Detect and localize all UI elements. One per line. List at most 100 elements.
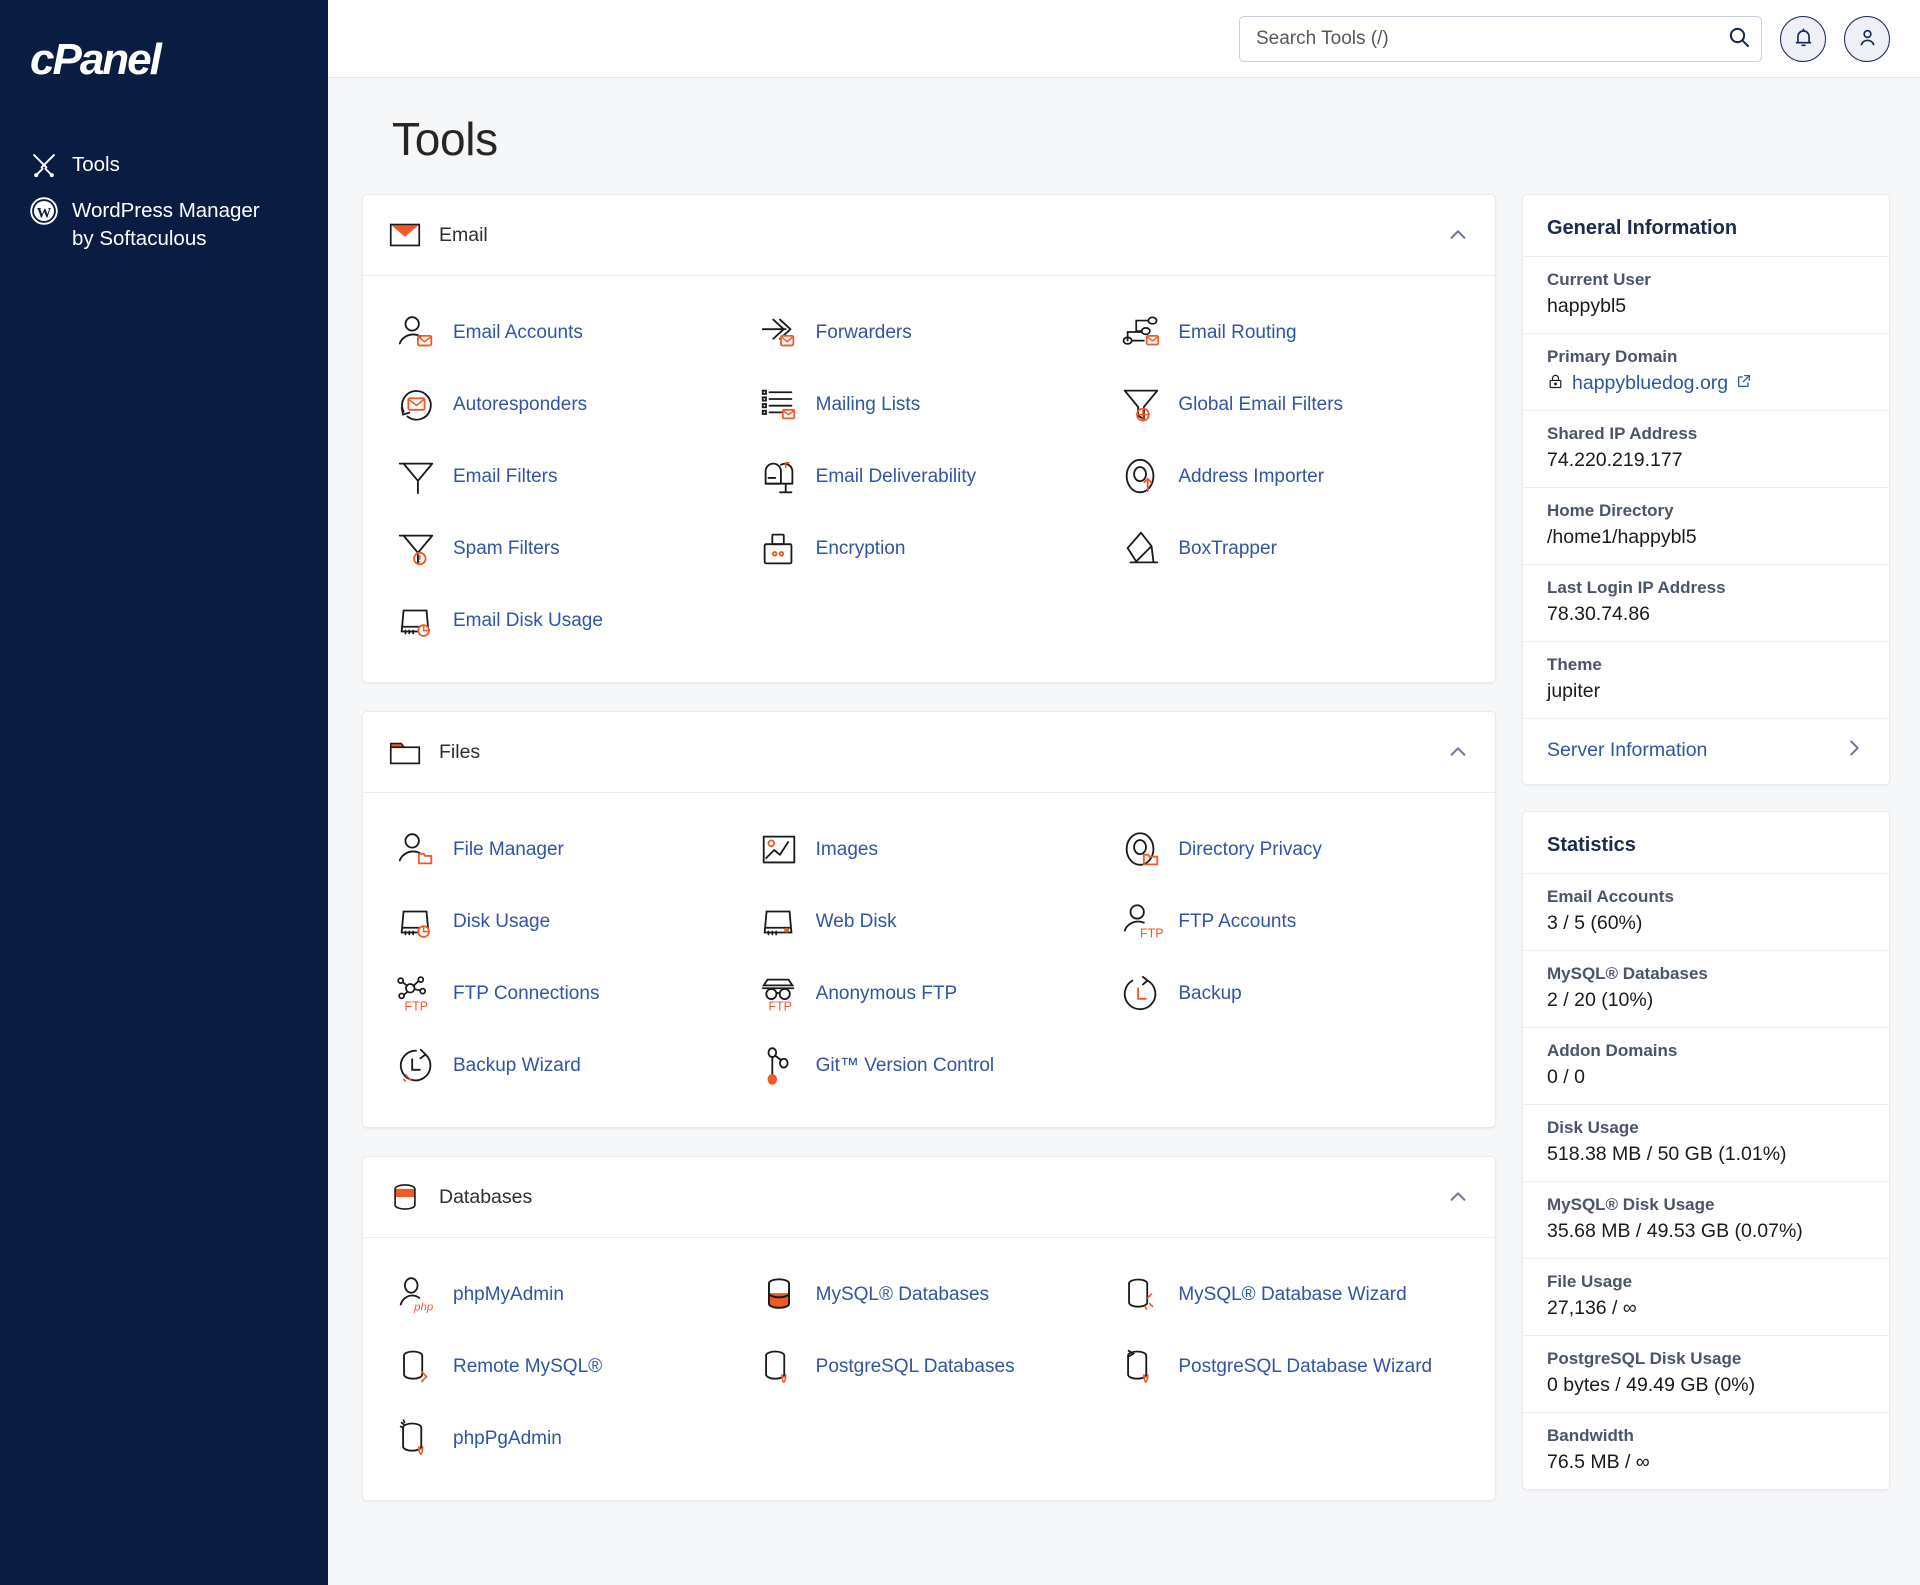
tool-spam-filters[interactable]: Spam Filters: [385, 514, 748, 584]
tool-email-disk-usage[interactable]: Email Disk Usage: [385, 586, 748, 656]
mysql-database-wizard-icon: [1118, 1272, 1164, 1318]
tool-email-deliverability[interactable]: Email Deliverability: [748, 442, 1111, 512]
tool-backup-wizard[interactable]: Backup Wizard: [385, 1031, 748, 1101]
tool-directory-privacy[interactable]: Directory Privacy: [1110, 815, 1473, 885]
server-information-label: Server Information: [1547, 739, 1708, 761]
tool-file-manager[interactable]: File Manager: [385, 815, 748, 885]
section-header-databases[interactable]: Databases: [363, 1157, 1495, 1238]
svg-text:W: W: [37, 205, 52, 221]
tool-phppgadmin[interactable]: phpPgAdmin: [385, 1404, 748, 1474]
backup-wizard-icon: [393, 1043, 439, 1089]
tool-autoresponders[interactable]: Autoresponders: [385, 370, 748, 440]
topbar: [328, 0, 1920, 78]
tools-icon: [30, 151, 58, 179]
cpanel-logo[interactable]: cPanel: [0, 0, 328, 100]
info-value: /home1/happybl5: [1547, 526, 1697, 548]
tool-anonymous-ftp[interactable]: FTP Anonymous FTP: [748, 959, 1111, 1029]
tool-label: MySQL® Databases: [815, 1284, 990, 1306]
sidebar-item-tools[interactable]: Tools: [0, 142, 328, 188]
email-routing-icon: [1118, 310, 1164, 356]
tool-label: FTP Accounts: [1178, 911, 1297, 933]
section-files: Files File Manager Images Directory Priv…: [362, 711, 1496, 1128]
stat-row-email-accounts: Email Accounts 3 / 5 (60%): [1523, 873, 1889, 950]
phppgadmin-icon: [393, 1416, 439, 1462]
tool-label: Backup Wizard: [453, 1055, 581, 1077]
stat-row-postgresql-disk-usage: PostgreSQL Disk Usage 0 bytes / 49.49 GB…: [1523, 1335, 1889, 1412]
search-icon: [1727, 25, 1751, 52]
tool-label: Address Importer: [1178, 466, 1325, 488]
tool-ftp-connections[interactable]: FTP FTP Connections: [385, 959, 748, 1029]
tool-mysql-databases[interactable]: MySQL® Databases: [748, 1260, 1111, 1330]
stat-value: 35.68 MB / 49.53 GB (0.07%): [1547, 1220, 1803, 1242]
tool-backup[interactable]: Backup: [1110, 959, 1473, 1029]
content-columns: Email Email Accounts Forwarders Email Ro…: [362, 194, 1890, 1529]
tool-encryption[interactable]: Encryption: [748, 514, 1111, 584]
section-header-files[interactable]: Files: [363, 712, 1495, 793]
stat-value: 0 / 0: [1547, 1066, 1585, 1088]
stat-value: 0 bytes / 49.49 GB (0%): [1547, 1374, 1756, 1396]
external-link-icon[interactable]: [1736, 373, 1752, 394]
tool-label: Email Routing: [1178, 322, 1297, 344]
sidebar-item-wordpress-manager[interactable]: W WordPress Manager by Softaculous: [0, 188, 328, 262]
tool-git-version-control[interactable]: Git™ Version Control: [748, 1031, 1111, 1101]
section-body-files: File Manager Images Directory Privacy Di…: [363, 793, 1495, 1127]
tool-postgresql-databases[interactable]: PostgreSQL Databases: [748, 1332, 1111, 1402]
tool-phpmyadmin[interactable]: php phpMyAdmin: [385, 1260, 748, 1330]
tool-remote-mysql[interactable]: Remote MySQL®: [385, 1332, 748, 1402]
tool-label: Images: [815, 839, 878, 861]
anonymous-ftp-icon: FTP: [756, 971, 802, 1017]
tool-forwarders[interactable]: Forwarders: [748, 298, 1111, 368]
search-button[interactable]: [1722, 22, 1756, 56]
phpmyadmin-icon: php: [393, 1272, 439, 1318]
tool-disk-usage[interactable]: Disk Usage: [385, 887, 748, 957]
sidebar-nav: Tools W WordPress Manager by Softaculous: [0, 142, 328, 262]
tool-ftp-accounts[interactable]: FTP FTP Accounts: [1110, 887, 1473, 957]
git-version-control-icon: [756, 1043, 802, 1089]
tool-email-accounts[interactable]: Email Accounts: [385, 298, 748, 368]
tool-label: Email Accounts: [453, 322, 583, 344]
tool-address-importer[interactable]: Address Importer: [1110, 442, 1473, 512]
search-input[interactable]: [1239, 15, 1762, 62]
server-information-link[interactable]: Server Information: [1523, 718, 1889, 784]
sidebar: cPanel Tools W WordPress Manager by Soft…: [0, 0, 328, 1585]
panel-title: General Information: [1547, 217, 1738, 239]
directory-privacy-icon: [1118, 827, 1164, 873]
stat-row-bandwidth: Bandwidth 76.5 MB / ∞: [1523, 1412, 1889, 1489]
tool-global-email-filters[interactable]: Global Email Filters: [1110, 370, 1473, 440]
tool-label: Forwarders: [815, 322, 912, 344]
page-title: Tools: [392, 113, 498, 165]
info-value: 74.220.219.177: [1547, 449, 1683, 471]
chevron-up-icon[interactable]: [1447, 1186, 1469, 1208]
chevron-up-icon[interactable]: [1447, 224, 1469, 246]
tool-mailing-lists[interactable]: Mailing Lists: [748, 370, 1111, 440]
sidebar-item-label: WordPress Manager: [72, 199, 260, 222]
tool-mysql-database-wizard[interactable]: MySQL® Database Wizard: [1110, 1260, 1473, 1330]
search-container: [1239, 15, 1762, 62]
tool-label: Git™ Version Control: [815, 1055, 995, 1077]
backup-icon: [1118, 971, 1164, 1017]
notifications-button[interactable]: [1780, 15, 1826, 62]
user-account-button[interactable]: [1844, 15, 1890, 62]
section-header-email[interactable]: Email: [363, 195, 1495, 276]
tool-email-routing[interactable]: Email Routing: [1110, 298, 1473, 368]
tool-postgresql-database-wizard[interactable]: PostgreSQL Database Wizard: [1110, 1332, 1473, 1402]
info-value: 78.30.74.86: [1547, 603, 1651, 625]
database-icon: [385, 1177, 425, 1217]
general-information-panel: General Information Current User happybl…: [1522, 194, 1890, 785]
tool-images[interactable]: Images: [748, 815, 1111, 885]
tool-label: PostgreSQL Database Wizard: [1178, 1356, 1433, 1378]
tool-boxtrapper[interactable]: BoxTrapper: [1110, 514, 1473, 584]
tool-label: Web Disk: [815, 911, 897, 933]
postgresql-databases-icon: [756, 1344, 802, 1390]
wordpress-icon: W: [30, 197, 58, 225]
stat-value: 76.5 MB / ∞: [1547, 1451, 1650, 1473]
stat-value: 27,136 / ∞: [1547, 1297, 1637, 1319]
email-filters-icon: [393, 454, 439, 500]
tool-email-filters[interactable]: Email Filters: [385, 442, 748, 512]
stat-row-file-usage: File Usage 27,136 / ∞: [1523, 1258, 1889, 1335]
primary-domain-link[interactable]: happybluedog.org: [1572, 372, 1728, 395]
stat-label: Email Accounts: [1547, 887, 1674, 906]
section-databases: Databases php phpMyAdmin MySQL® Database…: [362, 1156, 1496, 1501]
chevron-up-icon[interactable]: [1447, 741, 1469, 763]
tool-web-disk[interactable]: Web Disk: [748, 887, 1111, 957]
